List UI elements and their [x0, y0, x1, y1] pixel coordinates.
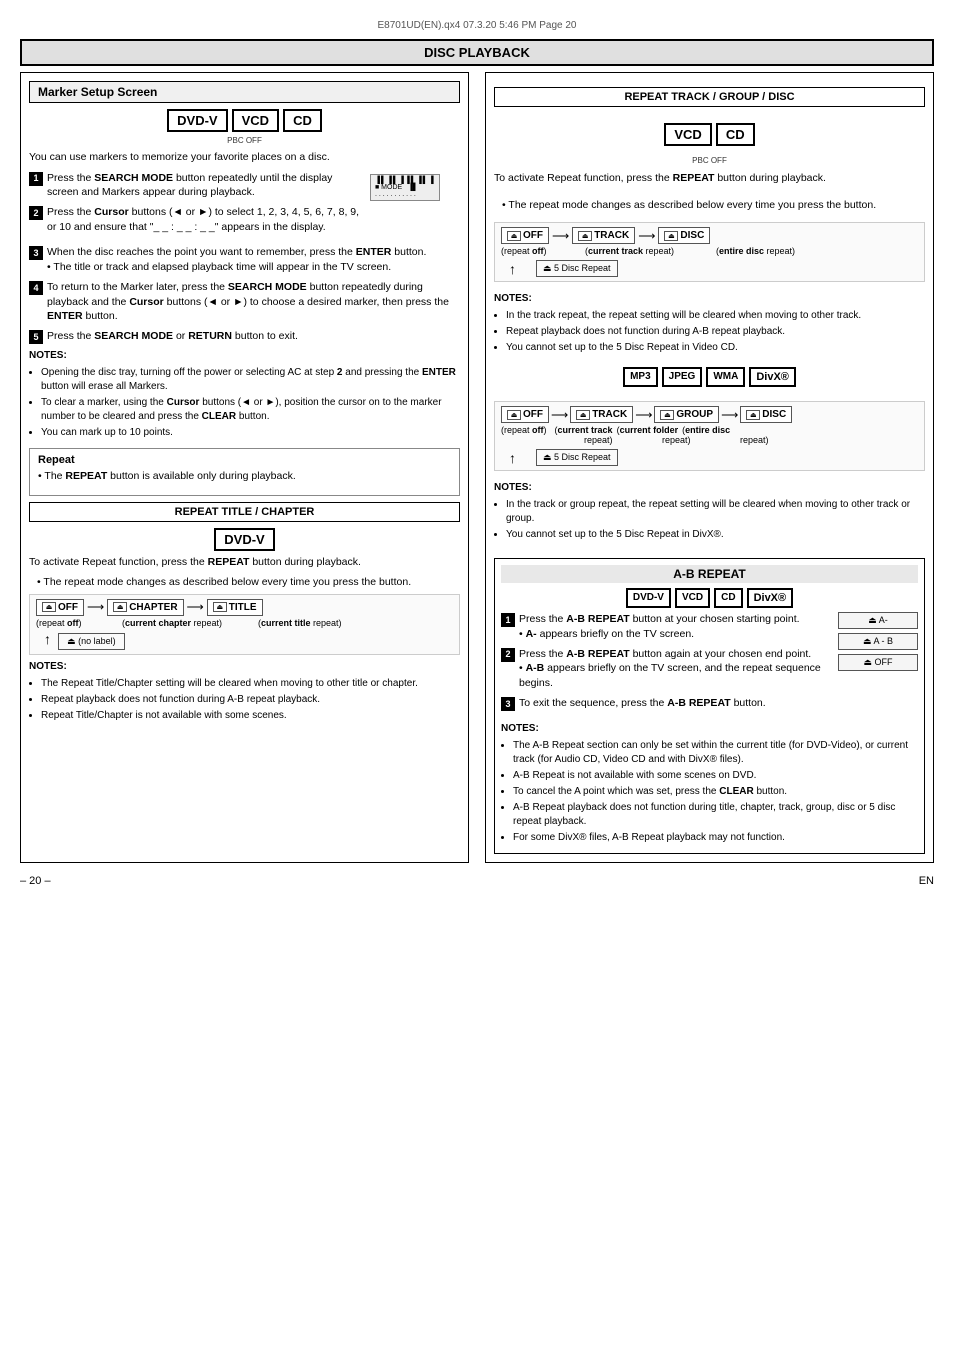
page-number: – 20 –: [20, 875, 51, 887]
rtc-intro: To activate Repeat function, press the R…: [29, 555, 460, 570]
badge-divx: DivX®: [749, 367, 796, 387]
rtc-bullet: The repeat mode changes as described bel…: [29, 575, 460, 590]
five-disc-repeat-mp3: ⏏ 5 Disc Repeat: [536, 449, 618, 466]
badge-dvdv-rtc: DVD-V: [214, 528, 274, 551]
rtc-flow: ⏏ OFF ⟶ ⏏ CHAPTER ⟶ ⏏ TITLE (repeat off)…: [29, 594, 460, 655]
track-icon-vcd: ⏏: [578, 231, 592, 241]
rtc-notes: NOTES: The Repeat Title/Chapter setting …: [29, 660, 460, 723]
badge-jpeg: JPEG: [662, 367, 703, 387]
rtgd-notes-mp3: NOTES: In the track or group repeat, the…: [494, 481, 925, 544]
ab-repeat-title: A-B REPEAT: [501, 565, 918, 583]
title-icon: ⏏: [213, 602, 227, 612]
marker-badges: DVD-V VCD CD: [29, 109, 460, 132]
off-icon: ⏏: [42, 602, 56, 612]
badge-dvdv: DVD-V: [167, 109, 227, 132]
ab-notes: NOTES: The A-B Repeat section can only b…: [501, 722, 918, 845]
marker-setup-title: Marker Setup Screen: [29, 81, 460, 103]
badge-vcd-rtgd: VCD: [664, 123, 711, 146]
marker-display-image: ▐▌▐▌▐▐▌▐▌▐ ■ MODE ▐▌ . . . . . . . . . .…: [370, 171, 460, 204]
five-disc-repeat-vcd: ⏏ 5 Disc Repeat: [536, 260, 618, 277]
ab-step-2: 2 Press the A-B REPEAT button again at y…: [501, 647, 830, 691]
rtc-badges: DVD-V: [29, 528, 460, 551]
disc-icon-vcd: ⏏: [664, 231, 678, 241]
badge-vcd-ab: VCD: [675, 588, 710, 608]
ab-badges: DVD-V VCD CD DivX®: [501, 588, 918, 608]
repeat-title-chapter-heading: REPEAT TITLE / CHAPTER: [29, 502, 460, 522]
step-5: 5 Press the SEARCH MODE or RETURN button…: [29, 329, 460, 344]
rtgd-bullet: The repeat mode changes as described bel…: [494, 198, 925, 213]
repeat-note: • The REPEAT button is available only du…: [38, 469, 451, 484]
step-3: 3 When the disc reaches the point you wa…: [29, 245, 460, 274]
badge-mp3: MP3: [623, 367, 658, 387]
repeat-title: Repeat: [38, 454, 451, 466]
badge-divx-ab: DivX®: [747, 588, 794, 608]
rtgd-pbc-label: PBC OFF: [494, 156, 925, 165]
step-1: 1 Press the SEARCH MODE button repeatedl…: [29, 171, 362, 200]
repeat-track-group-disc-heading: REPEAT TRACK / GROUP / DISC: [494, 87, 925, 107]
language-code: EN: [919, 875, 934, 887]
ab-repeat-section: A-B REPEAT DVD-V VCD CD DivX® 1 Press th…: [494, 558, 925, 853]
chapter-icon: ⏏: [113, 602, 127, 612]
main-title-box: DISC PLAYBACK: [20, 39, 934, 66]
disc-icon-mp3: ⏏: [746, 410, 760, 420]
off-icon-vcd: ⏏: [507, 231, 521, 241]
mp3-badges: MP3 JPEG WMA DivX®: [494, 367, 925, 387]
step-2: 2 Press the Cursor buttons (◄ or ►) to s…: [29, 205, 362, 234]
rtgd-intro: To activate Repeat function, press the R…: [494, 171, 925, 186]
rtgd-flow-vcd: ⏏ OFF ⟶ ⏏ TRACK ⟶ ⏏ DISC (repeat off): [494, 222, 925, 282]
ab-image-a: ⏏ A-: [838, 612, 918, 629]
track-icon-mp3: ⏏: [576, 410, 590, 420]
badge-cd-rtgd: CD: [716, 123, 755, 146]
group-icon-mp3: ⏏: [660, 410, 674, 420]
ab-images: ⏏ A- ⏏ A - B ⏏ OFF: [838, 612, 918, 715]
repeat-subsection: Repeat • The REPEAT button is available …: [29, 448, 460, 496]
ab-image-off: ⏏ OFF: [838, 654, 918, 671]
ab-steps-container: 1 Press the A-B REPEAT button at your ch…: [501, 612, 918, 715]
page-header: E8701UD(EN).qx4 07.3.20 5:46 PM Page 20: [20, 20, 934, 31]
marker-notes: NOTES: Opening the disc tray, turning of…: [29, 349, 460, 440]
rtgd-notes-vcd: NOTES: In the track repeat, the repeat s…: [494, 292, 925, 357]
ab-step-1: 1 Press the A-B REPEAT button at your ch…: [501, 612, 830, 641]
badge-cd-ab: CD: [714, 588, 742, 608]
badge-cd: CD: [283, 109, 322, 132]
badge-vcd: VCD: [232, 109, 279, 132]
rtgd-flow-mp3: ⏏ OFF ⟶ ⏏ TRACK ⟶ ⏏ GROUP ⟶ ⏏: [494, 401, 925, 471]
page-footer: – 20 – EN: [20, 875, 934, 887]
step-4: 4 To return to the Marker later, press t…: [29, 280, 460, 324]
ab-image-ab: ⏏ A - B: [838, 633, 918, 650]
badge-wma: WMA: [706, 367, 745, 387]
rtgd-badges: VCD CD: [494, 123, 925, 146]
right-column: REPEAT TRACK / GROUP / DISC VCD CD PBC O…: [485, 72, 934, 863]
ab-step-3: 3 To exit the sequence, press the A-B RE…: [501, 696, 830, 711]
pbc-label: PBC OFF: [29, 136, 460, 145]
badge-dvdv-ab: DVD-V: [626, 588, 671, 608]
ab-steps-text: 1 Press the A-B REPEAT button at your ch…: [501, 612, 830, 715]
marker-intro: You can use markers to memorize your fav…: [29, 150, 460, 165]
left-column: Marker Setup Screen DVD-V VCD CD PBC OFF…: [20, 72, 469, 863]
off-icon-mp3: ⏏: [507, 410, 521, 420]
